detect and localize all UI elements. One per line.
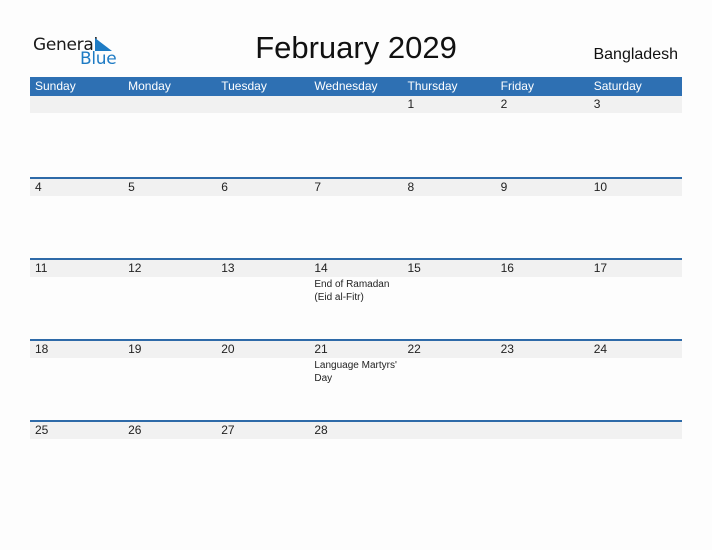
day-number: 13	[221, 261, 235, 275]
day-number: 24	[593, 342, 608, 356]
day-number: 16	[500, 261, 514, 275]
day-cell: 13	[216, 260, 309, 339]
week-row: 25 26 27 28	[30, 420, 682, 501]
day-number	[35, 96, 123, 113]
day-number: 19	[128, 342, 142, 356]
day-number: 11	[35, 261, 48, 275]
day-number: 17	[593, 261, 608, 275]
day-number: 10	[593, 180, 608, 194]
weekday-monday: Monday	[128, 79, 171, 93]
day-cell: 6	[216, 179, 309, 258]
day-cell: 28	[309, 422, 402, 501]
day-number: 5	[128, 180, 135, 194]
day-cell	[216, 96, 309, 177]
weekday-friday: Friday	[500, 79, 534, 93]
day-number: 20	[221, 342, 235, 356]
day-cell: 4	[30, 179, 123, 258]
day-number: 18	[35, 342, 49, 356]
weekday-header: Sunday Monday Tuesday Wednesday Thursday…	[30, 77, 682, 96]
country-label: Bangladesh	[593, 46, 678, 63]
calendar-grid: Sunday Monday Tuesday Wednesday Thursday…	[30, 77, 682, 501]
week-row: 11 12 13 14 End of Ramadan (Eid al-Fitr) 15 16…	[30, 258, 682, 339]
weeks-container: 1 2 3 4 5 6 7 8 9 10 11 12 13 14 End of Ramadan (Eid a…	[30, 96, 682, 501]
day-number: 7	[314, 180, 322, 194]
week-row: 4 5 6 7 8 9 10	[30, 177, 682, 258]
day-number: 14	[314, 261, 328, 275]
day-number: 26	[128, 423, 142, 437]
day-cell: 1	[403, 96, 496, 177]
day-cell: 21 Language Martyrs' Day	[309, 341, 402, 420]
day-number: 28	[314, 423, 328, 437]
day-number: 1	[407, 97, 415, 111]
day-cell: 7	[309, 179, 402, 258]
day-number: 4	[35, 180, 42, 194]
weekday-saturday: Saturday	[593, 79, 642, 93]
day-cell: 15	[403, 260, 496, 339]
holiday-label: End of Ramadan (Eid al-Fitr)	[314, 279, 390, 303]
day-number	[221, 96, 309, 113]
day-cell: 5	[123, 179, 216, 258]
week-row: 18 19 20 21 Language Martyrs' Day 22 23 24	[30, 339, 682, 420]
day-number: 6	[221, 180, 228, 194]
day-number: 12	[128, 261, 142, 275]
day-cell: 23	[496, 341, 589, 420]
day-number	[408, 422, 496, 439]
day-number: 22	[407, 342, 421, 356]
day-cell: 27	[216, 422, 309, 501]
day-cell	[123, 96, 216, 177]
day-cell: 19	[123, 341, 216, 420]
day-cell	[589, 422, 682, 501]
day-cell: 25	[30, 422, 123, 501]
weekday-sunday: Sunday	[35, 79, 76, 93]
day-cell: 20	[216, 341, 309, 420]
day-cell: 24	[589, 341, 682, 420]
day-cell: 3	[589, 96, 682, 177]
day-cell: 14 End of Ramadan (Eid al-Fitr)	[309, 260, 402, 339]
day-number: 9	[500, 180, 508, 194]
day-cell: 10	[589, 179, 682, 258]
day-number: 8	[407, 180, 415, 194]
day-cell: 2	[496, 96, 589, 177]
day-number: 23	[500, 342, 514, 356]
day-cell: 17	[589, 260, 682, 339]
day-number	[501, 422, 589, 439]
day-cell	[309, 96, 402, 177]
day-number	[594, 422, 682, 439]
day-cell: 8	[403, 179, 496, 258]
day-cell: 9	[496, 179, 589, 258]
day-cell	[30, 96, 123, 177]
weekday-wednesday: Wednesday	[314, 79, 378, 93]
weekday-thursday: Thursday	[407, 79, 458, 93]
day-cell: 11	[30, 260, 123, 339]
day-number: 3	[593, 97, 601, 111]
weekday-tuesday: Tuesday	[221, 79, 267, 93]
day-number: 21	[314, 342, 328, 356]
day-number: 25	[35, 423, 49, 437]
day-number	[128, 96, 216, 113]
day-number	[314, 96, 402, 113]
day-cell: 16	[496, 260, 589, 339]
day-number: 2	[500, 97, 508, 111]
day-cell: 26	[123, 422, 216, 501]
day-number: 27	[221, 423, 235, 437]
day-cell	[496, 422, 589, 501]
day-cell: 22	[403, 341, 496, 420]
holiday-label: Language Martyrs' Day	[314, 360, 397, 384]
week-row: 1 2 3	[30, 96, 682, 177]
day-number: 15	[407, 261, 421, 275]
day-cell: 12	[123, 260, 216, 339]
day-cell	[403, 422, 496, 501]
day-cell: 18	[30, 341, 123, 420]
